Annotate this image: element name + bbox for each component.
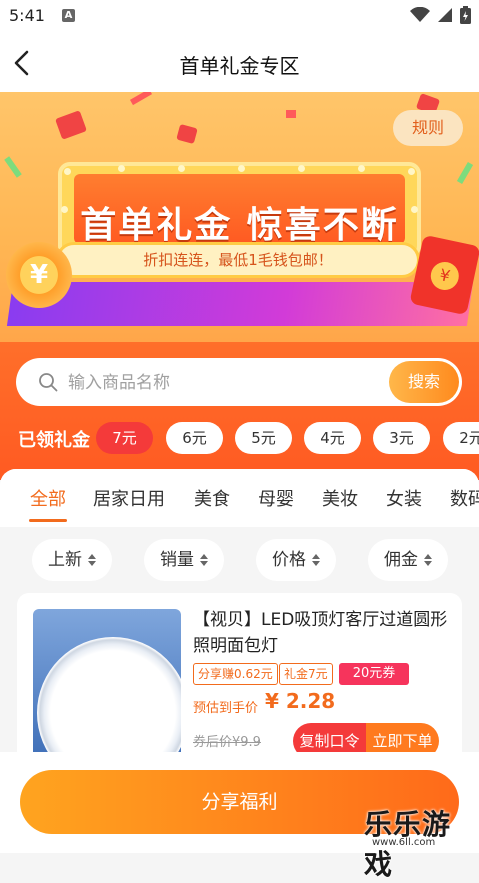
light-dot [298, 165, 305, 172]
search-bar: 搜索 [16, 358, 462, 408]
sort-arrows-icon [200, 553, 208, 567]
light-dot [358, 165, 365, 172]
battery-icon [460, 6, 471, 24]
rules-button[interactable]: 规则 [393, 110, 463, 146]
coupon-chip-4[interactable]: 4元 [304, 422, 361, 454]
sort-commission[interactable]: 佣金 [368, 539, 448, 581]
product-image[interactable] [33, 609, 181, 759]
coupon-chip-5[interactable]: 5元 [235, 422, 292, 454]
coupon-chip-7[interactable]: 7元 [96, 422, 153, 454]
banner-headline: 首单礼金 惊喜不断 [80, 205, 399, 246]
light-dot [408, 168, 415, 175]
sort-row: 上新 销量 价格 佣金 [0, 527, 479, 595]
tab-all[interactable]: 全部 [30, 485, 66, 511]
sort-label: 销量 [160, 550, 194, 570]
status-bar: 5:41 A [0, 0, 479, 34]
sort-label: 上新 [48, 550, 82, 570]
promo-banner: 规则 首单礼金 惊喜不断 折扣连连，最低1毛钱包邮！ ¥ ¥ [0, 92, 479, 342]
tab-home[interactable]: 居家日用 [93, 485, 165, 511]
status-icons [410, 6, 471, 24]
sort-price[interactable]: 价格 [256, 539, 336, 581]
light-dot [411, 206, 418, 213]
coin-icon: ¥ [6, 242, 72, 308]
sort-arrows-icon [424, 553, 432, 567]
watermark-url: www.6ll.com [372, 837, 436, 848]
page-title: 首单礼金专区 [179, 54, 300, 78]
gift-icon [176, 123, 198, 145]
product-price: ¥ 2.28 [265, 689, 336, 713]
tab-women[interactable]: 女装 [386, 485, 422, 511]
light-dot [118, 165, 125, 172]
light-dot [64, 168, 71, 175]
search-icon [39, 373, 58, 392]
stage-decoration [6, 282, 474, 326]
light-dot [178, 165, 185, 172]
coupon-tag: 20元券 [339, 663, 409, 685]
share-earn-tag: 分享赚0.62元 [193, 663, 278, 685]
light-dot [238, 165, 245, 172]
search-input[interactable] [66, 358, 390, 408]
sort-label: 佣金 [384, 550, 418, 570]
ceiling-lamp-image [37, 637, 181, 759]
sort-newest[interactable]: 上新 [32, 539, 112, 581]
price-label: 预估到手价 [193, 701, 259, 716]
coupon-chip-3[interactable]: 3元 [373, 422, 430, 454]
product-title: 【视贝】LED吸顶灯客厅过道圆形照明面包灯 [193, 610, 448, 656]
tab-beauty[interactable]: 美妆 [322, 485, 358, 511]
search-section: 搜索 已领礼金 7元 6元 5元 4元 3元 2元 [0, 342, 479, 480]
red-envelope-seal: ¥ [428, 259, 462, 293]
coupon-label: 已领礼金 [18, 430, 90, 451]
wifi-icon [410, 7, 430, 22]
sort-sales[interactable]: 销量 [144, 539, 224, 581]
notification-icon: A [62, 9, 75, 22]
signal-icon [438, 8, 452, 22]
tab-digital[interactable]: 数码 [450, 485, 479, 511]
coupon-row: 已领礼金 7元 6元 5元 4元 3元 2元 [0, 420, 479, 456]
sort-arrows-icon [88, 553, 96, 567]
coupon-chip-6[interactable]: 6元 [166, 422, 223, 454]
light-dot [61, 206, 68, 213]
category-tabs: 全部 居家日用 美食 母婴 美妆 女装 数码 [0, 469, 479, 527]
confetti [456, 161, 474, 185]
confetti [4, 156, 22, 178]
coupon-chip-2[interactable]: 2元 [443, 422, 479, 454]
banner-subline: 折扣连连，最低1毛钱包邮！ [56, 242, 420, 278]
gift-money-tag: 礼金7元 [279, 663, 333, 685]
confetti [129, 92, 153, 106]
tab-baby[interactable]: 母婴 [258, 485, 294, 511]
search-button[interactable]: 搜索 [389, 361, 459, 403]
original-price: 券后价¥9.9 [193, 735, 261, 750]
confetti [286, 110, 296, 118]
nav-bar: 首单礼金专区 [0, 34, 479, 92]
sort-arrows-icon [312, 553, 320, 567]
marquee-inner: 首单礼金 惊喜不断 [74, 174, 405, 246]
tab-food[interactable]: 美食 [194, 485, 230, 511]
sort-label: 价格 [272, 550, 306, 570]
active-tab-indicator [29, 519, 67, 522]
watermark-logo: 乐乐游戏 www.6ll.com [364, 803, 476, 881]
gift-icon [55, 110, 87, 140]
status-time: 5:41 [9, 6, 45, 25]
product-card[interactable]: 【视贝】LED吸顶灯客厅过道圆形照明面包灯 分享赚0.62元 礼金7元 20元券… [17, 593, 462, 773]
